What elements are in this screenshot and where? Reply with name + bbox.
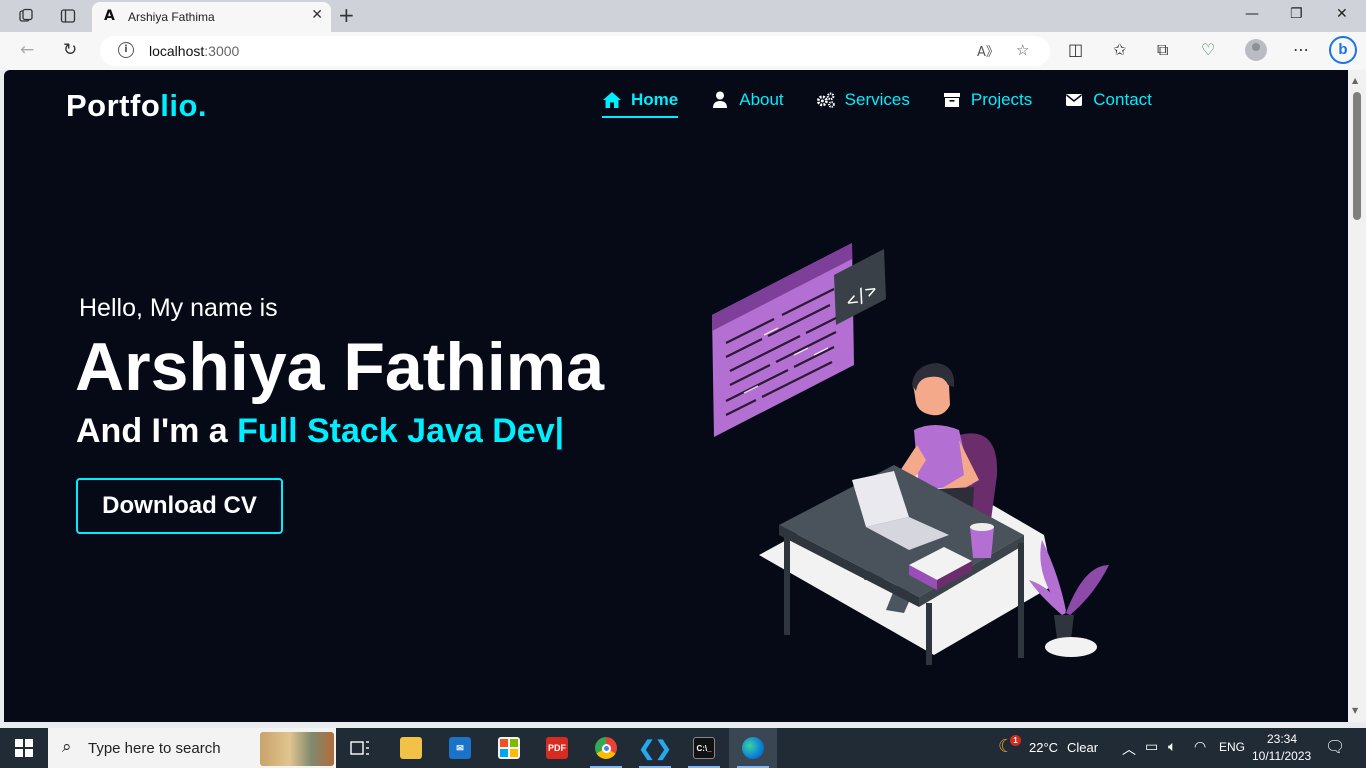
- back-icon[interactable]: ←: [20, 40, 34, 60]
- terminal-icon[interactable]: C:\_: [680, 728, 728, 768]
- volume-icon[interactable]: 🔈︎: [1168, 739, 1176, 755]
- logo-accent-text: lio.: [160, 88, 208, 123]
- vscode-icon[interactable]: ❮❯: [631, 728, 679, 768]
- scroll-down-icon[interactable]: ▼: [1352, 706, 1358, 715]
- browser-tab-strip: A Arshiya Fathima ✕ + — ❐ ✕: [0, 0, 1366, 32]
- role-typed-text: Full Stack Java Dev|: [237, 412, 565, 450]
- url-host: localhost: [149, 43, 205, 59]
- reload-icon[interactable]: ↻: [63, 40, 77, 60]
- download-cv-button[interactable]: Download CV: [76, 478, 283, 534]
- browser-essentials-icon[interactable]: ♡: [1201, 40, 1215, 59]
- workspaces-icon[interactable]: [16, 6, 36, 26]
- nav-item-services[interactable]: Services: [816, 90, 910, 118]
- favorite-star-icon[interactable]: ☆: [1016, 41, 1029, 59]
- language-indicator[interactable]: ENG: [1219, 740, 1245, 754]
- split-screen-icon[interactable]: ◫: [1068, 40, 1083, 59]
- nav-label-home: Home: [631, 90, 679, 109]
- battery-icon[interactable]: ▭: [1145, 739, 1158, 755]
- edge-icon[interactable]: [729, 728, 777, 768]
- chrome-icon[interactable]: [582, 728, 630, 768]
- search-icon: ⌕: [62, 737, 72, 757]
- home-icon: [602, 91, 622, 109]
- plant-graphic: [1029, 540, 1109, 657]
- nav-label-projects: Projects: [970, 90, 1033, 109]
- taskbar-search-box[interactable]: ⌕ Type here to search: [48, 728, 336, 768]
- collections-icon[interactable]: ⧉: [1157, 40, 1168, 60]
- main-nav: Home About Services Projects Contact: [602, 90, 1152, 118]
- search-placeholder: Type here to search: [88, 740, 221, 757]
- envelope-icon: [1064, 91, 1084, 109]
- minimize-icon[interactable]: —: [1245, 6, 1259, 22]
- clock-time[interactable]: 23:34: [1267, 732, 1297, 746]
- file-explorer-icon[interactable]: [387, 728, 435, 768]
- hero-role: And I'm a Full Stack Java Dev|: [76, 412, 564, 451]
- restore-icon[interactable]: ❐: [1290, 6, 1303, 22]
- task-view-icon[interactable]: [336, 728, 384, 768]
- tab-title: Arshiya Fathima: [128, 10, 215, 24]
- scroll-thumb[interactable]: [1353, 92, 1361, 220]
- notifications-icon[interactable]: 🗨︎: [1325, 737, 1345, 756]
- nav-item-projects[interactable]: Projects: [942, 90, 1032, 118]
- pdf-reader-icon[interactable]: PDF: [533, 728, 581, 768]
- weather-condition[interactable]: Clear: [1067, 740, 1098, 755]
- mail-icon[interactable]: ✉: [436, 728, 484, 768]
- weather-badge: 1: [1010, 735, 1021, 746]
- browser-tab[interactable]: A Arshiya Fathima ✕: [92, 2, 331, 32]
- browser-toolbar: ← ↻ i localhost:3000 A》 ☆ ◫ ✩ ⧉ ♡ ⋯ b: [0, 32, 1366, 70]
- favorites-icon[interactable]: ✩: [1113, 40, 1126, 59]
- search-highlight-image[interactable]: [260, 732, 334, 766]
- nav-label-about: About: [739, 90, 784, 109]
- address-bar[interactable]: i localhost:3000 A》 ☆: [100, 36, 1050, 66]
- url-text: localhost:3000: [149, 43, 239, 59]
- nav-label-contact: Contact: [1093, 90, 1152, 109]
- gears-icon: [816, 91, 836, 109]
- windows-start-icon[interactable]: [15, 739, 33, 757]
- new-tab-icon[interactable]: +: [338, 3, 355, 27]
- page-viewport: Portfolio. Home About Services Projects: [4, 70, 1348, 722]
- user-icon: [710, 91, 730, 109]
- developer-illustration: </>: [712, 243, 1109, 665]
- url-port: :3000: [204, 43, 240, 59]
- profile-avatar[interactable]: [1245, 39, 1267, 61]
- page-scrollbar[interactable]: ▲ ▼: [1348, 70, 1366, 722]
- logo-main-text: Portfo: [66, 88, 161, 123]
- archive-icon: [942, 91, 962, 109]
- site-logo[interactable]: Portfolio.: [66, 88, 207, 124]
- bing-copilot-icon[interactable]: b: [1329, 36, 1357, 64]
- nav-item-about[interactable]: About: [710, 90, 784, 118]
- more-menu-icon[interactable]: ⋯: [1293, 40, 1309, 59]
- clock-date[interactable]: 10/11/2023: [1252, 749, 1311, 763]
- microsoft-store-icon[interactable]: [485, 728, 533, 768]
- vertical-tabs-icon[interactable]: [58, 6, 78, 26]
- role-prefix: And I'm a: [76, 412, 238, 450]
- wifi-icon[interactable]: ◠: [1194, 739, 1206, 755]
- scroll-up-icon[interactable]: ▲: [1352, 76, 1358, 85]
- read-aloud-icon[interactable]: A》: [977, 41, 999, 60]
- windows-taskbar: ⌕ Type here to search ✉ PDF ❮❯ C:\_ ☾ 1 …: [0, 728, 1366, 768]
- code-window-graphic: </>: [712, 243, 886, 437]
- site-info-icon[interactable]: i: [118, 42, 134, 58]
- nav-item-home[interactable]: Home: [602, 90, 679, 118]
- hero-name: Arshiya Fathima: [75, 329, 605, 405]
- nav-label-services: Services: [844, 90, 910, 109]
- window-close-icon[interactable]: ✕: [1336, 6, 1348, 22]
- close-tab-icon[interactable]: ✕: [311, 7, 323, 23]
- hero-greeting: Hello, My name is: [79, 294, 278, 322]
- tab-favicon: A: [104, 8, 115, 24]
- nav-item-contact[interactable]: Contact: [1064, 90, 1152, 118]
- weather-temperature[interactable]: 22°C: [1029, 740, 1058, 755]
- show-hidden-icons-chevron-icon[interactable]: ︿: [1122, 739, 1136, 759]
